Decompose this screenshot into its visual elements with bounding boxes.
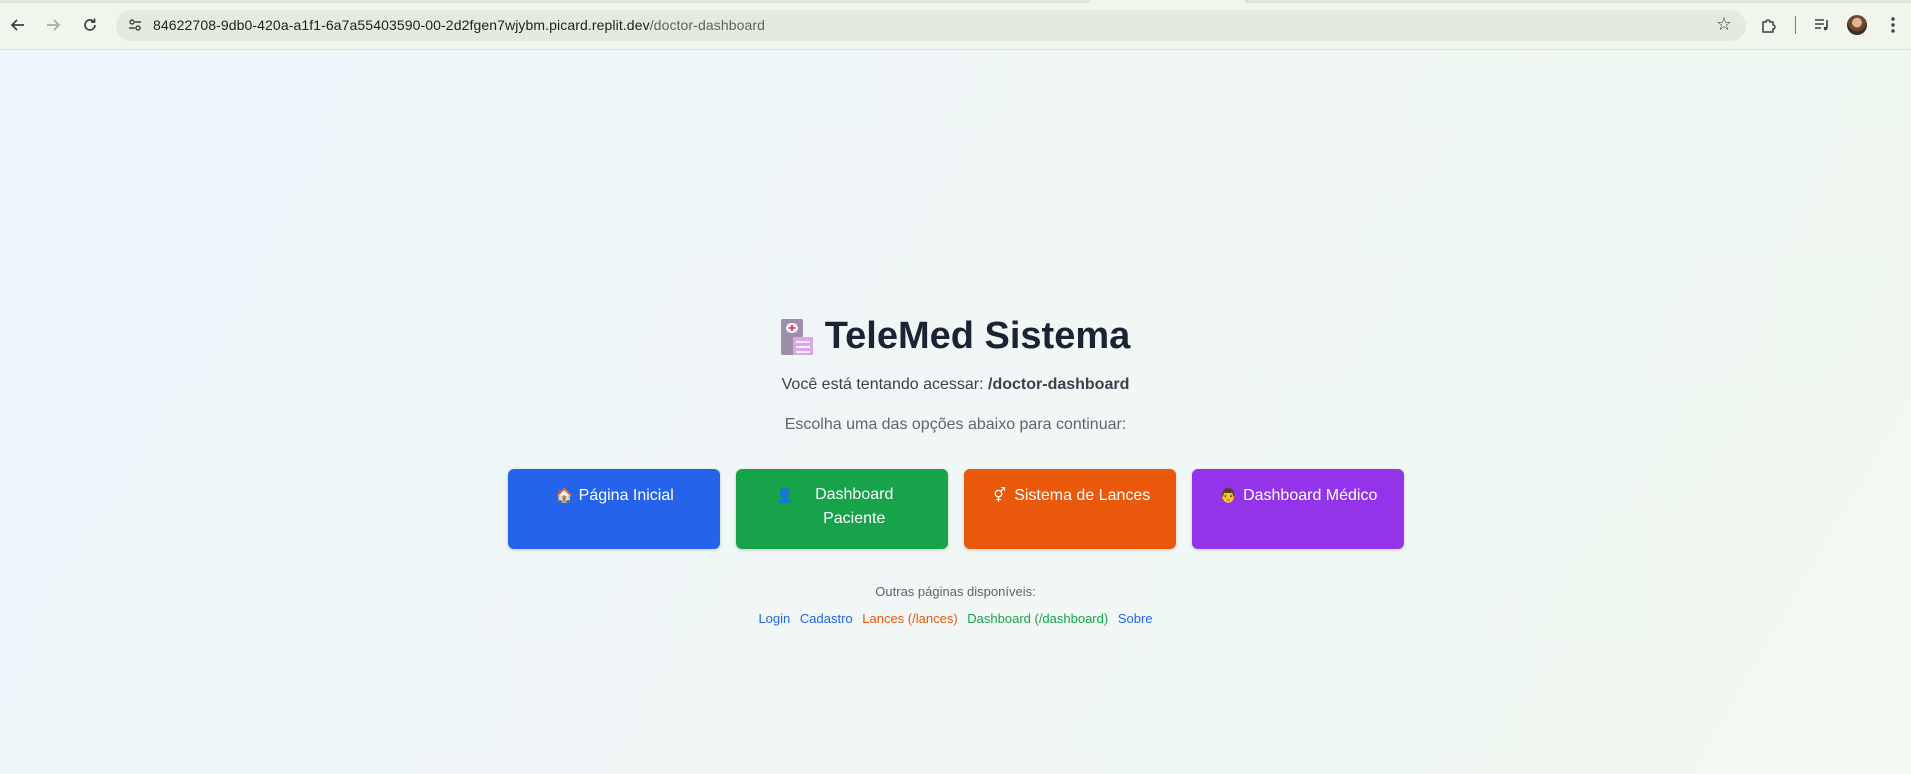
- tab-strip-edge: [0, 0, 1090, 3]
- gender-icon: ⚥: [993, 487, 1007, 503]
- toolbar-divider: [1795, 16, 1796, 34]
- page-body: [0, 50, 1911, 774]
- page-title: TeleMed Sistema: [780, 315, 1131, 358]
- dashboard-link[interactable]: Dashboard (/dashboard): [967, 611, 1108, 626]
- doctor-dashboard-button[interactable]: 👨 Dashboard Médico: [1192, 469, 1404, 549]
- reload-button[interactable]: [78, 13, 102, 37]
- reload-icon: [84, 18, 96, 31]
- doctor-dashboard-button-label: Dashboard Médico: [1243, 487, 1378, 504]
- patient-dashboard-button[interactable]: 👤 Dashboard Paciente: [736, 469, 948, 549]
- extensions-icon[interactable]: [1757, 13, 1781, 37]
- bids-link[interactable]: Lances (/lances): [862, 611, 957, 626]
- tab-strip-edge-right: [1245, 0, 1911, 3]
- about-link[interactable]: Sobre: [1118, 611, 1153, 626]
- arrow-left-icon: [10, 19, 24, 31]
- profile-avatar[interactable]: [1847, 15, 1867, 35]
- person-icon: 👤: [776, 487, 794, 503]
- url-host: 84622708-9db0-420a-a1f1-6a7a55403590-00-…: [153, 17, 650, 33]
- patient-dashboard-button-label: Dashboard Paciente: [815, 486, 894, 527]
- bookmark-star-icon[interactable]: ☆: [1716, 14, 1732, 35]
- forward-button[interactable]: [41, 13, 65, 37]
- other-pages-links: Login Cadastro Lances (/lances) Dashboar…: [0, 611, 1911, 626]
- signup-link[interactable]: Cadastro: [800, 611, 853, 626]
- house-icon: 🏠: [555, 487, 573, 503]
- bids-system-button[interactable]: ⚥ Sistema de Lances: [964, 469, 1176, 549]
- page-header: TeleMed Sistema: [0, 315, 1911, 360]
- other-pages-label: Outras páginas disponíveis:: [875, 584, 1036, 599]
- more-menu-icon[interactable]: [1881, 13, 1905, 37]
- page-title-text: TeleMed Sistema: [824, 315, 1131, 357]
- doctor-icon: 👨: [1219, 487, 1238, 503]
- home-page-button-label: Página Inicial: [578, 487, 674, 504]
- access-message: Você está tentando acessar: /doctor-dash…: [0, 376, 1911, 394]
- media-controls-icon[interactable]: [1810, 13, 1834, 37]
- choose-option-prompt: Escolha uma das opções abaixo para conti…: [784, 416, 1127, 433]
- browser-toolbar: 84622708-9db0-420a-a1f1-6a7a55403590-00-…: [0, 0, 1911, 50]
- access-message-path: /doctor-dashboard: [988, 376, 1130, 393]
- access-message-prefix: Você está tentando acessar:: [781, 376, 984, 393]
- login-link[interactable]: Login: [758, 611, 790, 626]
- back-button[interactable]: [6, 13, 30, 37]
- bids-system-button-label: Sistema de Lances: [1014, 487, 1151, 504]
- site-settings-icon[interactable]: [124, 14, 146, 36]
- address-bar[interactable]: 84622708-9db0-420a-a1f1-6a7a55403590-00-…: [116, 10, 1746, 41]
- home-page-button[interactable]: 🏠 Página Inicial: [508, 469, 720, 549]
- hospital-icon: [780, 318, 813, 355]
- url-text[interactable]: 84622708-9db0-420a-a1f1-6a7a55403590-00-…: [153, 17, 765, 33]
- arrow-right-icon: [47, 19, 61, 31]
- url-path: /doctor-dashboard: [649, 17, 766, 33]
